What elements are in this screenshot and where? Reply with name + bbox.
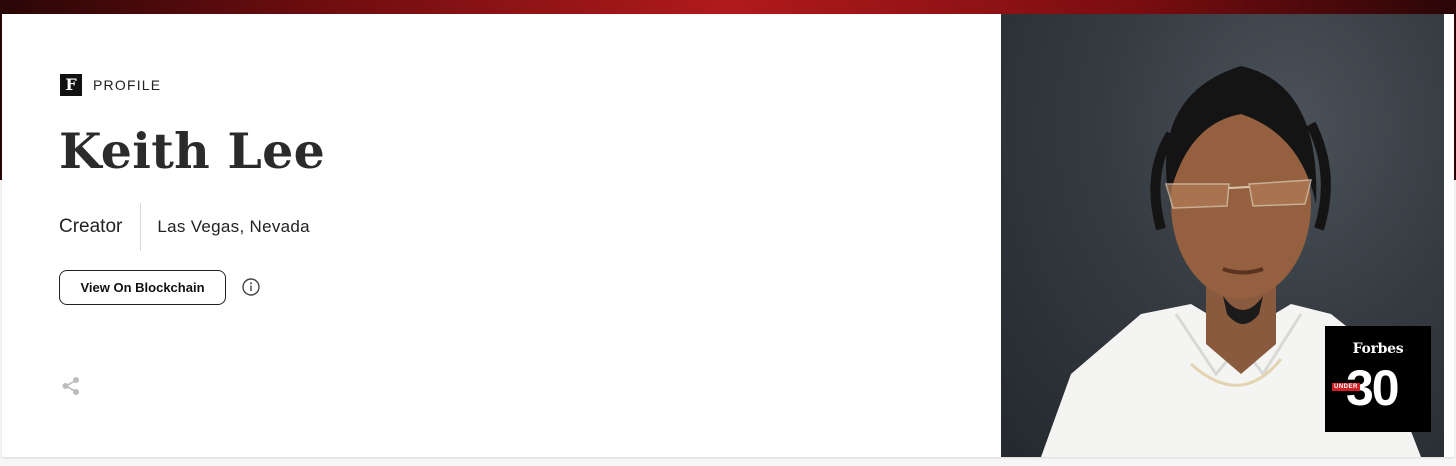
profile-name: Keith Lee [59, 122, 326, 180]
badge-brand: Forbes [1352, 341, 1404, 357]
forbes-30-under-30-badge: Forbes 30 UNDER [1325, 326, 1431, 432]
profile-location: Las Vegas, Nevada [157, 217, 310, 236]
share-icon[interactable] [60, 375, 82, 397]
profile-eyebrow: F PROFILE [60, 74, 161, 96]
forbes-f-logo: F [60, 74, 82, 96]
profile-label: PROFILE [93, 77, 162, 93]
badge-under: UNDER [1332, 383, 1360, 391]
profile-info: F PROFILE Keith Lee Creator Las Vegas, N… [2, 14, 1002, 457]
profile-meta: Creator Las Vegas, Nevada [59, 202, 310, 252]
profile-card: F PROFILE Keith Lee Creator Las Vegas, N… [2, 14, 1454, 457]
profile-role: Creator [59, 216, 123, 237]
view-on-blockchain-button[interactable]: View On Blockchain [59, 270, 226, 305]
info-icon[interactable] [240, 276, 262, 298]
